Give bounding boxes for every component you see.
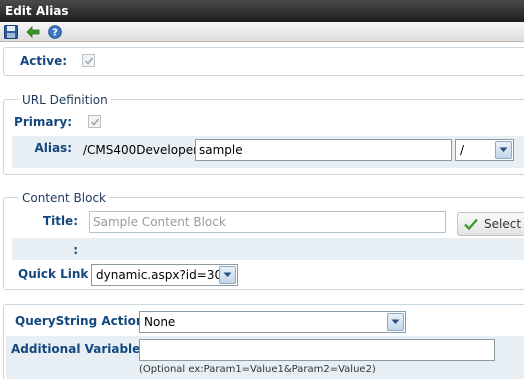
querystring-action-value: None xyxy=(144,315,176,329)
checkmark-icon xyxy=(91,118,100,126)
window-title: Edit Alias xyxy=(0,0,524,22)
checkmark-icon xyxy=(85,57,94,65)
help-icon[interactable]: ? xyxy=(48,25,62,39)
additional-variables-input[interactable] xyxy=(139,339,495,361)
alias-label: Alias: xyxy=(34,141,72,155)
alias-prefix: /CMS400Developer/ xyxy=(83,143,203,157)
querystring-action-select[interactable]: None xyxy=(139,311,406,333)
content-block-legend: Content Block xyxy=(19,191,109,205)
title-input[interactable]: Sample Content Block xyxy=(89,211,446,233)
content-colon-label: : xyxy=(73,243,78,257)
alias-input[interactable]: sample xyxy=(195,139,452,161)
quick-link-value: dynamic.aspx?id=30 xyxy=(96,268,223,282)
toolbar: ? xyxy=(0,22,524,42)
primary-checkbox[interactable] xyxy=(88,115,101,128)
url-definition-legend: URL Definition xyxy=(19,93,111,107)
content-row xyxy=(12,238,524,260)
primary-label: Primary: xyxy=(14,115,72,129)
additional-variables-hint: (Optional ex:Param1=Value1&Param2=Value2… xyxy=(139,364,376,375)
chevron-down-icon xyxy=(219,266,236,284)
select-button-label: Select xyxy=(484,217,522,231)
alias-extension-value: / xyxy=(460,143,465,157)
querystring-action-label: QueryString Action: xyxy=(15,314,150,328)
title-label: Title: xyxy=(42,214,78,228)
select-button[interactable]: Select xyxy=(457,212,524,236)
active-label: Active: xyxy=(20,54,68,68)
svg-text:?: ? xyxy=(52,28,58,39)
chevron-down-icon xyxy=(495,141,512,159)
quick-link-select[interactable]: dynamic.aspx?id=30 xyxy=(91,264,238,286)
back-arrow-icon[interactable] xyxy=(26,25,40,39)
active-checkbox[interactable] xyxy=(82,54,95,67)
alias-extension-select[interactable]: / xyxy=(455,139,514,161)
save-icon[interactable] xyxy=(4,25,18,39)
quick-link-label: Quick Link xyxy=(18,267,89,281)
chevron-down-icon xyxy=(387,313,404,331)
additional-variables-label: Additional Variables: xyxy=(11,342,153,356)
checkmark-icon xyxy=(464,218,478,230)
